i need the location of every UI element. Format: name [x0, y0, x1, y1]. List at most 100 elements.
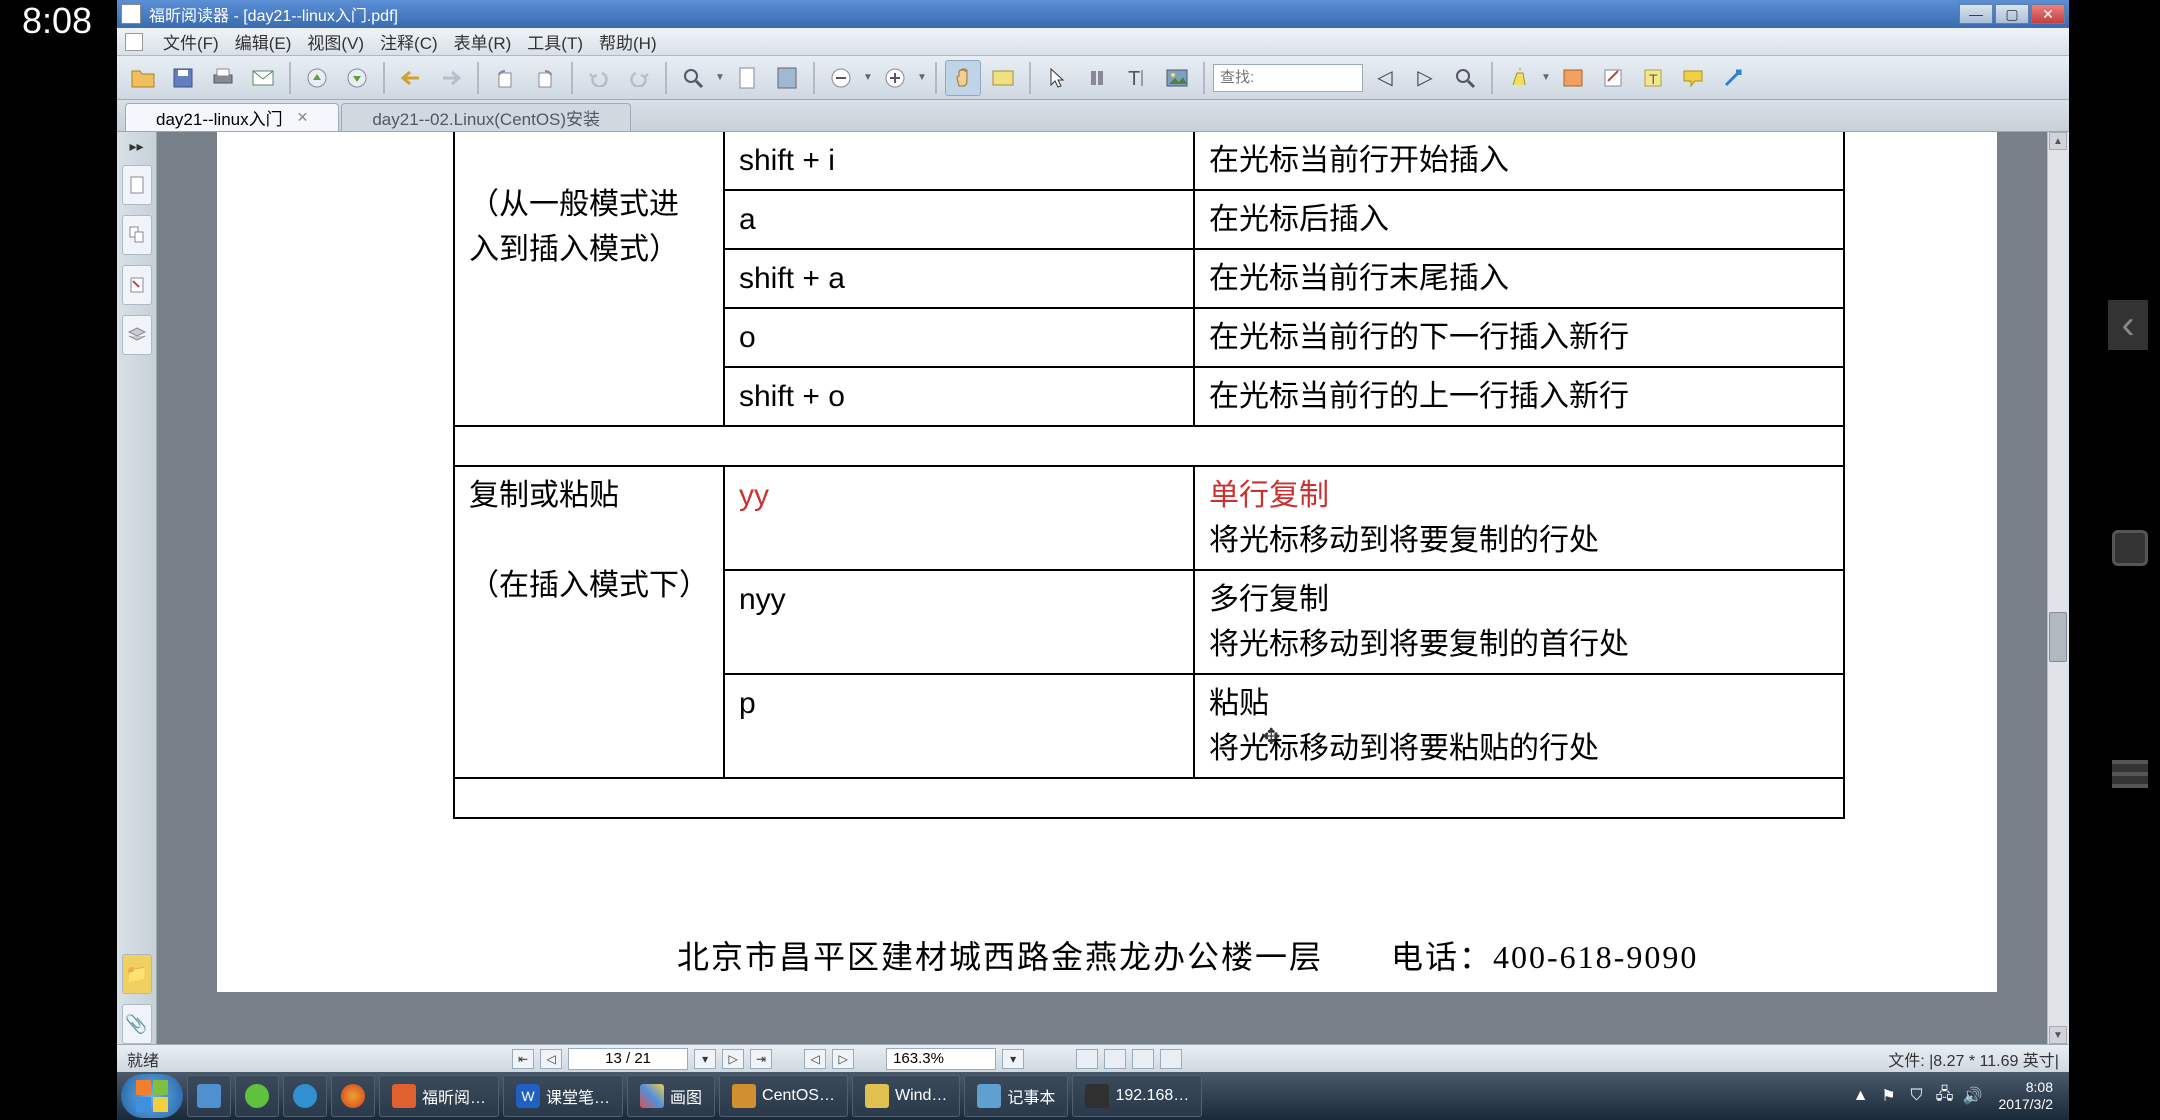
- tray-shield-icon[interactable]: ⛉: [1905, 1084, 1929, 1108]
- tray-flag-icon[interactable]: ⚑: [1877, 1084, 1901, 1108]
- menu-tools[interactable]: 工具(T): [527, 29, 583, 54]
- taskbar-notepad[interactable]: 记事本: [964, 1075, 1068, 1117]
- comments-button[interactable]: [122, 265, 152, 305]
- menu-help[interactable]: 帮助(H): [599, 29, 657, 54]
- zoom-out-dropdown[interactable]: ▼: [863, 72, 873, 83]
- tab-close-icon[interactable]: ✕: [297, 109, 309, 126]
- view-cont-facing-button[interactable]: [1160, 1049, 1182, 1069]
- rotate-right-button[interactable]: [527, 60, 563, 96]
- taskbar-clock[interactable]: 8:08 2017/3/2: [1987, 1079, 2066, 1113]
- email-button[interactable]: [245, 60, 281, 96]
- view-facing-button[interactable]: [1132, 1049, 1154, 1069]
- undo-button[interactable]: [581, 60, 617, 96]
- document-view[interactable]: （从一般模式进 入到插入模式） shift + i 在光标当前行开始插入 a在光…: [157, 132, 2069, 1044]
- window-titlebar[interactable]: 福昕阅读器 - [day21--linux入门.pdf] — ▢ ✕: [117, 0, 2069, 28]
- view-single-button[interactable]: [1076, 1049, 1098, 1069]
- zoom-in-dropdown[interactable]: ▼: [917, 72, 927, 83]
- maximize-button[interactable]: ▢: [1995, 4, 2029, 24]
- search-prev-button[interactable]: ◁: [1367, 60, 1403, 96]
- bookmarks-button[interactable]: [122, 165, 152, 205]
- clip-button[interactable]: 📎: [122, 1004, 152, 1044]
- next-page-button-sb[interactable]: ▷: [722, 1049, 744, 1069]
- fit-width-button[interactable]: [769, 60, 805, 96]
- page-dropdown[interactable]: ▾: [694, 1049, 716, 1069]
- zoom-out-button[interactable]: [823, 60, 859, 96]
- menu-edit[interactable]: 编辑(E): [235, 29, 292, 54]
- select-tool-button[interactable]: [985, 60, 1021, 96]
- taskbar-wps[interactable]: W课堂笔…: [503, 1075, 623, 1117]
- scroll-thumb[interactable]: [2049, 612, 2067, 662]
- strikeout-button[interactable]: [1555, 60, 1591, 96]
- back-view-button[interactable]: ◁: [804, 1049, 826, 1069]
- highlight-dropdown[interactable]: ▼: [1541, 72, 1551, 83]
- tray-up-icon[interactable]: ▲: [1849, 1084, 1873, 1108]
- highlight-button[interactable]: [1501, 60, 1537, 96]
- scroll-down-button[interactable]: ▼: [2049, 1026, 2067, 1044]
- pointer-tool-button[interactable]: [1039, 60, 1075, 96]
- back-button[interactable]: [393, 60, 429, 96]
- taskbar-terminal[interactable]: 192.168…: [1072, 1075, 1202, 1117]
- tray-volume-icon[interactable]: 🔊: [1961, 1084, 1985, 1108]
- menu-file[interactable]: 文件(F): [163, 29, 219, 54]
- taskbar-foxit[interactable]: 福昕阅…: [379, 1075, 499, 1117]
- zoom-button[interactable]: [675, 60, 711, 96]
- search-input[interactable]: [1213, 64, 1363, 92]
- page-number-input[interactable]: [568, 1048, 688, 1070]
- first-page-button[interactable]: ⇤: [512, 1049, 534, 1069]
- tab-active[interactable]: day21--linux入门 ✕: [125, 103, 339, 131]
- start-button[interactable]: [121, 1074, 183, 1118]
- pin-explorer[interactable]: [187, 1075, 231, 1117]
- menu-view[interactable]: 视图(V): [307, 29, 364, 54]
- save-button[interactable]: [165, 60, 201, 96]
- note-button[interactable]: [1595, 60, 1631, 96]
- zoom-input[interactable]: [886, 1048, 996, 1070]
- taskbar-paint[interactable]: 画图: [627, 1075, 715, 1117]
- nav-square-icon[interactable]: [2112, 530, 2148, 566]
- print-button[interactable]: [205, 60, 241, 96]
- minimize-button[interactable]: —: [1959, 4, 1993, 24]
- view-continuous-button[interactable]: [1104, 1049, 1126, 1069]
- layers-button[interactable]: [122, 315, 152, 355]
- zoom-in-button[interactable]: [877, 60, 913, 96]
- scroll-up-button[interactable]: ▲: [2049, 132, 2067, 150]
- menu-comment[interactable]: 注释(C): [380, 29, 438, 54]
- prev-page-button-sb[interactable]: ◁: [540, 1049, 562, 1069]
- open-file-button[interactable]: [125, 60, 161, 96]
- system-tray[interactable]: ▲ ⚑ ⛉ 🖧 🔊 8:08 2017/3/2: [1847, 1072, 2066, 1120]
- expand-panel-button[interactable]: ▸▸: [129, 138, 143, 155]
- link-button[interactable]: [1715, 60, 1751, 96]
- nav-menu-icon[interactable]: [2112, 760, 2148, 788]
- advanced-search-button[interactable]: [1447, 60, 1483, 96]
- close-button[interactable]: ✕: [2031, 4, 2065, 24]
- vertical-scrollbar[interactable]: ▲ ▼: [2047, 132, 2069, 1044]
- rotate-left-button[interactable]: [487, 60, 523, 96]
- text-comment-button[interactable]: T: [1635, 60, 1671, 96]
- attachments-button[interactable]: 📁: [122, 954, 152, 994]
- forward-view-button[interactable]: ▷: [832, 1049, 854, 1069]
- pin-firefox[interactable]: [331, 1075, 375, 1117]
- pin-app-green[interactable]: [235, 1075, 279, 1117]
- menu-form[interactable]: 表单(R): [454, 29, 512, 54]
- fit-page-button[interactable]: [729, 60, 765, 96]
- hand-tool-button[interactable]: [945, 60, 981, 96]
- forward-button[interactable]: [433, 60, 469, 96]
- zoom-dropdown-sb[interactable]: ▾: [1002, 1049, 1024, 1069]
- taskbar-centos[interactable]: CentOS…: [719, 1075, 848, 1117]
- tray-network-icon[interactable]: 🖧: [1933, 1084, 1957, 1108]
- desc: 将光标移动到将要复制的首行处: [1209, 628, 1629, 661]
- zoom-dropdown[interactable]: ▼: [715, 72, 725, 83]
- search-next-button[interactable]: ▷: [1407, 60, 1443, 96]
- text-select-button[interactable]: T: [1119, 60, 1155, 96]
- redo-button[interactable]: [621, 60, 657, 96]
- last-page-button[interactable]: ⇥: [750, 1049, 772, 1069]
- pages-button[interactable]: [122, 215, 152, 255]
- sticky-note-button[interactable]: [1675, 60, 1711, 96]
- tab-inactive[interactable]: day21--02.Linux(CentOS)安装: [341, 103, 631, 131]
- nav-back-icon[interactable]: ‹: [2108, 300, 2148, 350]
- snapshot-button[interactable]: [1079, 60, 1115, 96]
- next-page-button[interactable]: [339, 60, 375, 96]
- image-button[interactable]: [1159, 60, 1195, 96]
- prev-page-button[interactable]: [299, 60, 335, 96]
- taskbar-windows[interactable]: Wind…: [852, 1075, 960, 1117]
- pin-app-blue[interactable]: [283, 1075, 327, 1117]
